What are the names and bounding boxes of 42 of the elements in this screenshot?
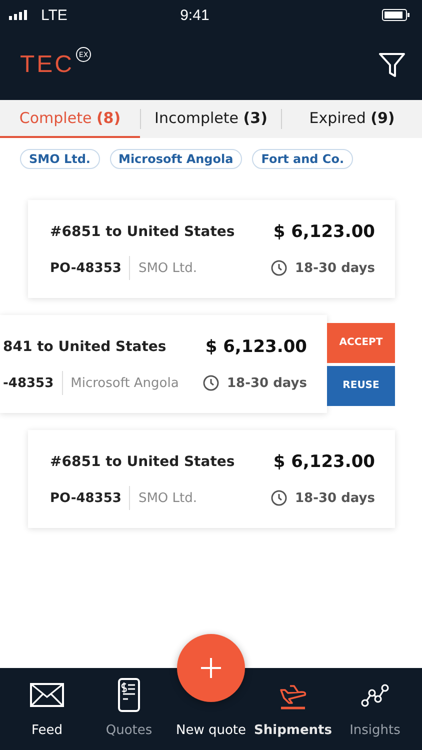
reuse-button[interactable]: REUSE: [327, 366, 395, 406]
clock-icon: [203, 375, 219, 391]
brand-logo: TEC: [20, 51, 74, 79]
price: $ 6,123.00: [273, 452, 375, 472]
plus-icon: [200, 657, 222, 679]
invoice-icon[interactable]: [118, 678, 140, 712]
tab[interactable]: Incomplete (3): [141, 100, 281, 138]
delivery-time: 18-30 days: [295, 490, 375, 506]
po-number: -48353: [3, 376, 54, 390]
tab[interactable]: Expired (9): [282, 100, 422, 138]
battery-icon: [382, 9, 410, 21]
clock-time: 9:41: [179, 6, 210, 24]
price: $ 6,123.00: [273, 222, 375, 242]
filter-chip[interactable]: Fort and Co.: [252, 149, 354, 169]
price: $ 6,123.00: [205, 337, 307, 357]
envelope-icon[interactable]: [30, 683, 64, 707]
nav-label[interactable]: Insights: [350, 723, 400, 738]
shipment-card[interactable]: #6851 to United States $ 6,123.00 PO-48353 SMO Ltd. 18-30 days: [28, 430, 395, 528]
shipment-card[interactable]: #6851 to United States $ 6,123.00 PO-48353 SMO Ltd. 18-30 days: [28, 200, 395, 298]
shipment-title: 841 to United States: [3, 339, 168, 355]
delivery-time: 18-30 days: [295, 260, 375, 276]
shipment-title: #6851 to United States: [50, 224, 236, 240]
line-chart-icon[interactable]: [361, 683, 389, 707]
network-label: LTE: [41, 6, 68, 24]
po-number: PO-48353: [50, 490, 122, 506]
nav-label[interactable]: Feed: [31, 723, 62, 738]
filter-chip[interactable]: Microsoft Angola: [110, 149, 242, 169]
company-name: SMO Ltd.: [138, 490, 198, 506]
nav-label[interactable]: New quote: [176, 723, 246, 738]
filter-icon[interactable]: [378, 51, 406, 79]
company-name: SMO Ltd.: [138, 260, 198, 276]
clock-icon: [271, 490, 287, 506]
delivery-time: 18-30 days: [227, 376, 307, 390]
po-number: PO-48353: [50, 260, 122, 276]
clock-icon: [271, 260, 287, 276]
nav-label[interactable]: Quotes: [106, 723, 152, 738]
add-button[interactable]: [177, 634, 245, 702]
company-name: Microsoft Angola: [70, 376, 180, 390]
shipment-card[interactable]: 841 to United States $ 6,123.00 -48353 Microsoft Angola 18-30 days: [0, 315, 327, 413]
filter-chip[interactable]: SMO Ltd.: [20, 149, 100, 169]
shipment-title: #6851 to United States: [50, 454, 236, 470]
nav-label[interactable]: Shipments: [254, 723, 332, 738]
